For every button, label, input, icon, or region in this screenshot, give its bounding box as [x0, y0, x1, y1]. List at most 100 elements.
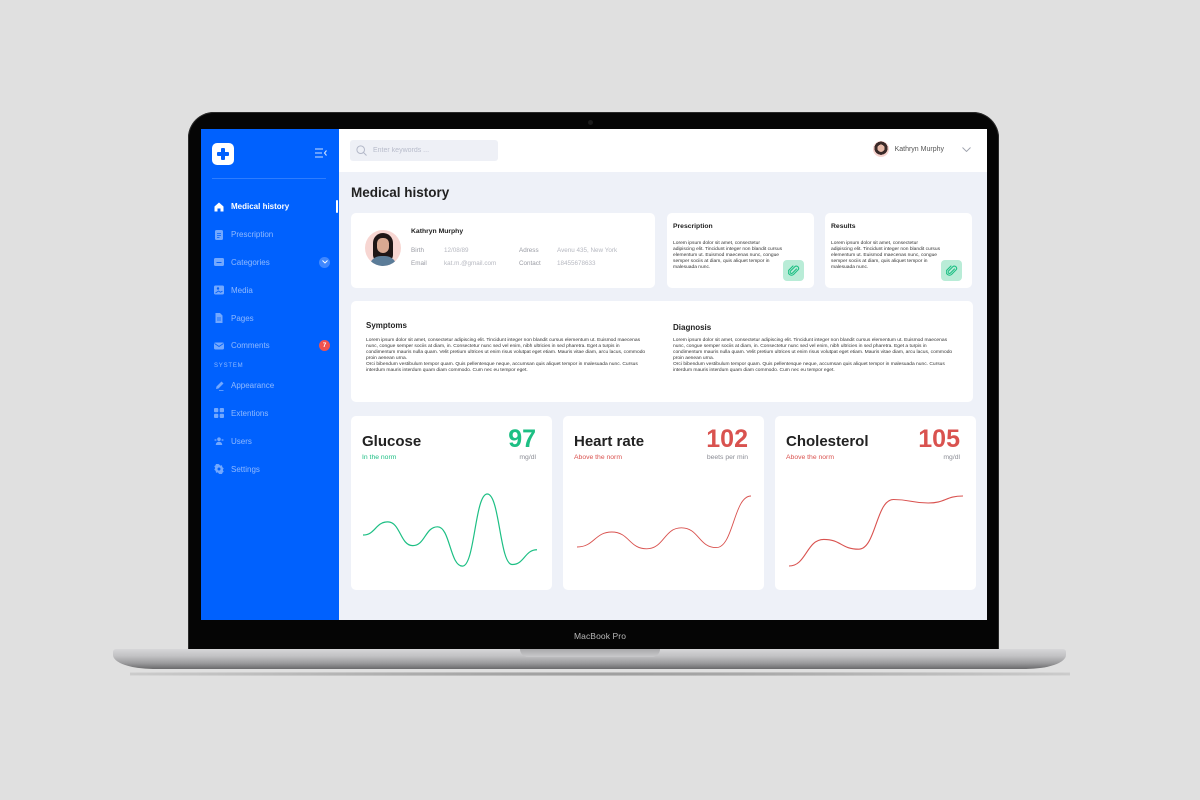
- results-card: Results Lorem ipsum dolor sit amet, cons…: [825, 213, 972, 288]
- metric-unit: mg/dl: [519, 454, 536, 461]
- prescription-card: Prescription Lorem ipsum dolor sit amet,…: [667, 213, 814, 288]
- sidebar-item-users[interactable]: Users: [201, 427, 339, 455]
- diagnosis-text-2: Orci bibendum vestibulum tempor quam. Qu…: [673, 362, 945, 374]
- metric-status: In the norm: [362, 454, 397, 461]
- image-icon: [214, 285, 224, 295]
- results-title: Results: [831, 223, 856, 230]
- symptoms-text-block: Lorem ipsum dolor sit amet, consectetur …: [366, 338, 646, 375]
- glucose-trend-chart: [362, 493, 538, 567]
- collapse-menu-icon[interactable]: [315, 148, 327, 158]
- diagnosis-text-block: Lorem ipsum dolor sit amet, consectetur …: [673, 338, 953, 375]
- sidebar-item-categories[interactable]: Categories: [201, 249, 339, 277]
- sidebar-divider: [212, 178, 326, 179]
- sidebar-item-label: Media: [231, 285, 253, 295]
- diagnosis-text: Lorem ipsum dolor sit amet, consectetur …: [673, 338, 953, 362]
- birth-label: Birth: [411, 247, 424, 254]
- brush-icon: [214, 381, 224, 391]
- user-menu[interactable]: Kathryn Murphy: [872, 141, 971, 157]
- address-value: Avenu 435, New York: [557, 247, 618, 254]
- email-value: kat.m.@gmail.com: [444, 260, 497, 267]
- trend-line: [362, 493, 538, 567]
- sidebar-item-label: Settings: [231, 464, 260, 474]
- search-icon: [356, 145, 367, 156]
- patient-avatar: [365, 230, 401, 266]
- mail-icon: [214, 341, 224, 351]
- paperclip-icon: [945, 264, 957, 276]
- address-label: Adress: [519, 247, 539, 254]
- laptop-shadow: [130, 672, 1070, 676]
- sidebar-item-extentions[interactable]: Extentions: [201, 400, 339, 428]
- users-icon: [214, 436, 224, 446]
- symptoms-title: Symptoms: [366, 321, 407, 330]
- sidebar-item-label: Users: [231, 436, 252, 446]
- sidebar-nav: Medical history Prescription Categories …: [201, 193, 339, 483]
- sidebar-item-appearance[interactable]: Appearance: [201, 372, 339, 400]
- contact-value: 18455678633: [557, 260, 596, 267]
- heart-rate-trend-chart: [576, 495, 752, 550]
- folder-icon: [214, 257, 224, 267]
- sidebar-item-comments[interactable]: Comments 7: [201, 332, 339, 360]
- symptoms-text-2: Orci bibendum vestibulum tempor quam. Qu…: [366, 362, 638, 374]
- topbar: Kathryn Murphy: [339, 129, 987, 172]
- heart-rate-card: Heart rate Above the norm 102 beets per …: [563, 416, 764, 590]
- page-icon: [214, 313, 224, 324]
- metric-status: Above the norm: [786, 454, 834, 461]
- attachment-button[interactable]: [783, 260, 804, 281]
- contact-label: Contact: [519, 260, 541, 267]
- search-input[interactable]: [373, 147, 493, 154]
- glucose-card: Glucose In the norm 97 mg/dl: [351, 416, 552, 590]
- sidebar-item-label: Categories: [231, 257, 270, 267]
- active-indicator: [336, 200, 338, 213]
- section-label-system: SYSTEM: [214, 362, 244, 369]
- metric-unit: mg/dl: [943, 454, 960, 461]
- diagnosis-title: Diagnosis: [673, 323, 712, 332]
- trend-line: [576, 495, 752, 550]
- sidebar-item-pages[interactable]: Pages: [201, 304, 339, 332]
- sidebar: Medical history Prescription Categories …: [201, 129, 339, 620]
- metric-value: 105: [918, 425, 960, 453]
- avatar-body: [369, 256, 397, 266]
- sidebar-item-label: Pages: [231, 313, 254, 323]
- metric-status: Above the norm: [574, 454, 622, 461]
- symptoms-diagnosis-card: Symptoms Lorem ipsum dolor sit amet, con…: [351, 301, 973, 402]
- sidebar-item-media[interactable]: Media: [201, 276, 339, 304]
- prescription-title: Prescription: [673, 223, 713, 230]
- device-label: MacBook Pro: [573, 631, 627, 641]
- logo[interactable]: [212, 143, 234, 165]
- sidebar-item-label: Appearance: [231, 381, 275, 391]
- paperclip-icon: [787, 264, 799, 276]
- patient-name: Kathryn Murphy: [411, 228, 464, 235]
- avatar: [872, 141, 889, 157]
- comments-count-badge: 7: [319, 340, 330, 352]
- app-screen: Medical history Prescription Categories …: [201, 129, 987, 620]
- symptoms-text: Lorem ipsum dolor sit amet, consectetur …: [366, 338, 646, 362]
- metric-name: Glucose: [362, 433, 422, 450]
- attachment-button[interactable]: [941, 260, 962, 281]
- results-text: Lorem ipsum dolor sit amet, consectetur …: [831, 241, 941, 271]
- birth-value: 12/08/89: [444, 247, 469, 254]
- prescription-text: Lorem ipsum dolor sit amet, consectetur …: [673, 241, 783, 271]
- grid-icon: [214, 408, 224, 419]
- sidebar-item-medical-history[interactable]: Medical history: [201, 193, 339, 221]
- sidebar-item-settings[interactable]: Settings: [201, 455, 339, 483]
- camera-dot: [588, 120, 593, 125]
- metric-name: Heart rate: [574, 433, 645, 450]
- avatar-face: [377, 238, 389, 253]
- metric-value: 102: [706, 425, 748, 453]
- metric-value: 97: [508, 425, 536, 453]
- sidebar-item-label: Prescription: [231, 230, 274, 240]
- gear-icon: [214, 464, 224, 475]
- document-icon: [214, 229, 224, 240]
- sidebar-item-prescription[interactable]: Prescription: [201, 221, 339, 249]
- laptop-notch: [520, 649, 660, 657]
- patient-profile-card: Kathryn Murphy Birth 12/08/89 Email kat.…: [351, 213, 655, 288]
- chevron-down-icon[interactable]: [962, 146, 971, 152]
- page-title: Medical history: [351, 185, 450, 200]
- search-box[interactable]: [350, 140, 498, 161]
- chevron-down-icon[interactable]: [319, 256, 330, 268]
- user-name: Kathryn Murphy: [894, 145, 944, 153]
- cholesterol-card: Cholesterol Above the norm 105 mg/dl: [775, 416, 976, 590]
- sidebar-item-label: Comments: [231, 341, 270, 351]
- sidebar-item-label: Extentions: [231, 408, 269, 418]
- metric-unit: beets per min: [706, 454, 748, 461]
